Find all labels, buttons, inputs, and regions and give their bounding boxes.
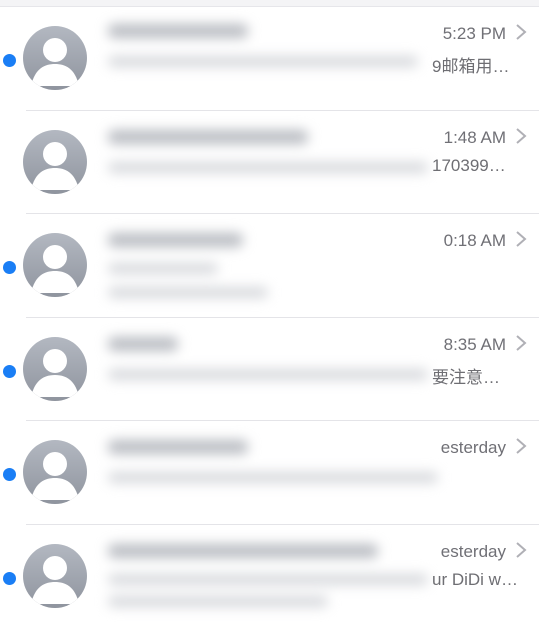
contact-avatar-icon — [23, 543, 87, 608]
message-time: esterday — [440, 541, 506, 561]
message-time: 5:23 PM — [442, 24, 506, 43]
message-row[interactable]: esterday ur DiDi w… — [0, 523, 539, 628]
message-preview: 170399… — [432, 155, 506, 175]
chevron-right-icon — [516, 231, 527, 247]
message-preview: ur DiDi w… — [432, 569, 518, 589]
chevron-right-icon — [516, 438, 527, 454]
redacted-content — [98, 219, 431, 311]
redacted-content — [98, 426, 438, 518]
message-preview: 要注意… — [432, 367, 500, 387]
message-row[interactable]: 0:18 AM — [0, 213, 539, 317]
contact-avatar-icon — [23, 129, 87, 194]
chevron-right-icon — [516, 127, 527, 144]
contact-avatar-icon — [23, 26, 87, 90]
chevron-right-icon — [516, 334, 527, 351]
message-row[interactable]: esterday — [0, 420, 539, 524]
contact-avatar-icon — [23, 440, 87, 504]
message-list: 5:23 PM 9邮箱用… 1:48 AM 170399… 0:18 AM 8:… — [0, 6, 539, 627]
message-row[interactable]: 5:23 PM 9邮箱用… — [0, 6, 539, 110]
unread-indicator — [3, 571, 16, 585]
message-row[interactable]: 8:35 AM 要注意… — [0, 316, 539, 421]
message-preview: 9邮箱用… — [432, 57, 510, 76]
message-time: 1:48 AM — [443, 127, 506, 147]
message-time: esterday — [440, 438, 506, 457]
redacted-content — [98, 12, 431, 104]
contact-avatar-icon — [23, 233, 87, 297]
unread-indicator — [3, 54, 16, 67]
unread-indicator — [3, 261, 16, 274]
unread-indicator — [3, 468, 16, 481]
chevron-right-icon — [516, 24, 527, 40]
unread-indicator — [3, 364, 16, 378]
contact-avatar-icon — [23, 336, 87, 401]
message-time: 0:18 AM — [443, 231, 506, 250]
redacted-content — [98, 323, 431, 415]
redacted-content — [98, 530, 431, 622]
redacted-content — [98, 116, 431, 208]
message-time: 8:35 AM — [443, 334, 506, 354]
message-row[interactable]: 1:48 AM 170399… — [0, 109, 539, 214]
chevron-right-icon — [516, 541, 527, 558]
